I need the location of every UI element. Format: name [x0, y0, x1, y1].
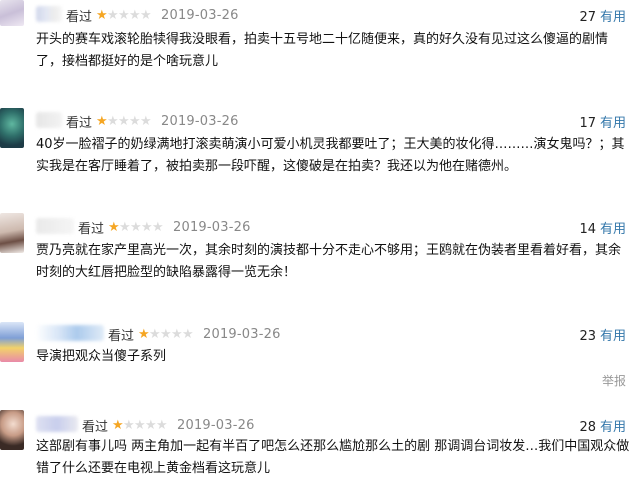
- review-date: 2019-03-26: [177, 418, 255, 433]
- watch-status: 看过: [82, 420, 109, 435]
- star-icon: ★: [152, 220, 164, 235]
- useful-count: 14: [579, 222, 596, 237]
- star-icon: ★: [156, 418, 168, 433]
- review-meta: 看过 ★ ★ ★ ★ ★ 2019-03-26: [108, 325, 281, 344]
- useful-vote: 27 有用: [579, 6, 626, 25]
- star-icon: ★: [134, 418, 146, 433]
- star-icon: ★: [118, 8, 130, 23]
- avatar[interactable]: [0, 322, 24, 362]
- star-icon: ★: [108, 220, 120, 235]
- avatar[interactable]: [0, 108, 24, 148]
- useful-count: 27: [579, 10, 596, 25]
- useful-vote: 14 有用: [579, 218, 626, 237]
- useful-count: 28: [579, 420, 596, 435]
- useful-button[interactable]: 有用: [600, 10, 626, 25]
- review-meta: 看过 ★ ★ ★ ★ ★ 2019-03-26: [78, 218, 251, 237]
- watch-status: 看过: [66, 116, 93, 131]
- review-date: 2019-03-26: [161, 114, 239, 129]
- review-text: 这部剧有事儿吗 两主角加一起有半百了吧怎么还那么尴尬那么土的剧 那调调台词妆发……: [36, 439, 630, 476]
- rating-stars: ★ ★ ★ ★ ★: [112, 418, 168, 433]
- report-button[interactable]: 举报: [602, 372, 626, 389]
- avatar[interactable]: [0, 213, 24, 253]
- star-icon: ★: [112, 418, 124, 433]
- rating-stars: ★ ★ ★ ★ ★: [96, 114, 152, 129]
- useful-vote: 23 有用: [579, 325, 626, 344]
- avatar[interactable]: [0, 410, 24, 450]
- useful-button[interactable]: 有用: [600, 222, 626, 237]
- useful-button[interactable]: 有用: [600, 420, 626, 435]
- review-text: 贾乃亮就在家产里高光一次，其余时刻的演技都十分不走心不够用；王鸥就在伪装者里看着…: [36, 243, 622, 280]
- star-icon: ★: [129, 8, 141, 23]
- watch-status: 看过: [66, 10, 93, 25]
- star-icon: ★: [96, 8, 108, 23]
- watch-status: 看过: [78, 222, 105, 237]
- star-icon: ★: [96, 114, 108, 129]
- username[interactable]: [36, 112, 62, 128]
- review-text: 导演把观众当傻子系列: [36, 349, 167, 364]
- review-meta: 看过 ★ ★ ★ ★ ★ 2019-03-26: [82, 416, 255, 435]
- avatar[interactable]: [0, 0, 24, 26]
- star-icon: ★: [107, 114, 119, 129]
- username[interactable]: [36, 218, 74, 234]
- star-icon: ★: [145, 418, 157, 433]
- star-icon: ★: [107, 8, 119, 23]
- star-icon: ★: [130, 220, 142, 235]
- useful-button[interactable]: 有用: [600, 329, 626, 344]
- review-meta: 看过 ★ ★ ★ ★ ★ 2019-03-26: [66, 6, 239, 25]
- star-icon: ★: [149, 327, 161, 342]
- star-icon: ★: [119, 220, 131, 235]
- useful-vote: 17 有用: [579, 112, 626, 131]
- star-icon: ★: [182, 327, 194, 342]
- watch-status: 看过: [108, 329, 135, 344]
- useful-button[interactable]: 有用: [600, 116, 626, 131]
- rating-stars: ★ ★ ★ ★ ★: [96, 8, 152, 23]
- review-date: 2019-03-26: [173, 220, 251, 235]
- review-date: 2019-03-26: [161, 8, 239, 23]
- review-text: 开头的赛车戏滚轮胎犊得我没眼看，拍卖十五号地二十亿随便来，真的好久没有见过这么傻…: [36, 32, 609, 69]
- useful-vote: 28 有用: [579, 416, 626, 435]
- star-icon: ★: [141, 220, 153, 235]
- username[interactable]: [36, 325, 104, 341]
- review-date: 2019-03-26: [203, 327, 281, 342]
- rating-stars: ★ ★ ★ ★ ★: [108, 220, 164, 235]
- star-icon: ★: [123, 418, 135, 433]
- review-text: 40岁一脸褶子的奶绿满地打滚卖萌演小可爱小机灵我都要吐了；王大美的妆化得………演…: [36, 137, 625, 174]
- star-icon: ★: [171, 327, 183, 342]
- star-icon: ★: [140, 114, 152, 129]
- rating-stars: ★ ★ ★ ★ ★: [138, 327, 194, 342]
- useful-count: 23: [579, 329, 596, 344]
- username[interactable]: [36, 416, 78, 432]
- useful-count: 17: [579, 116, 596, 131]
- username[interactable]: [36, 6, 62, 22]
- star-icon: ★: [160, 327, 172, 342]
- star-icon: ★: [118, 114, 130, 129]
- star-icon: ★: [138, 327, 150, 342]
- star-icon: ★: [129, 114, 141, 129]
- star-icon: ★: [140, 8, 152, 23]
- review-meta: 看过 ★ ★ ★ ★ ★ 2019-03-26: [66, 112, 239, 131]
